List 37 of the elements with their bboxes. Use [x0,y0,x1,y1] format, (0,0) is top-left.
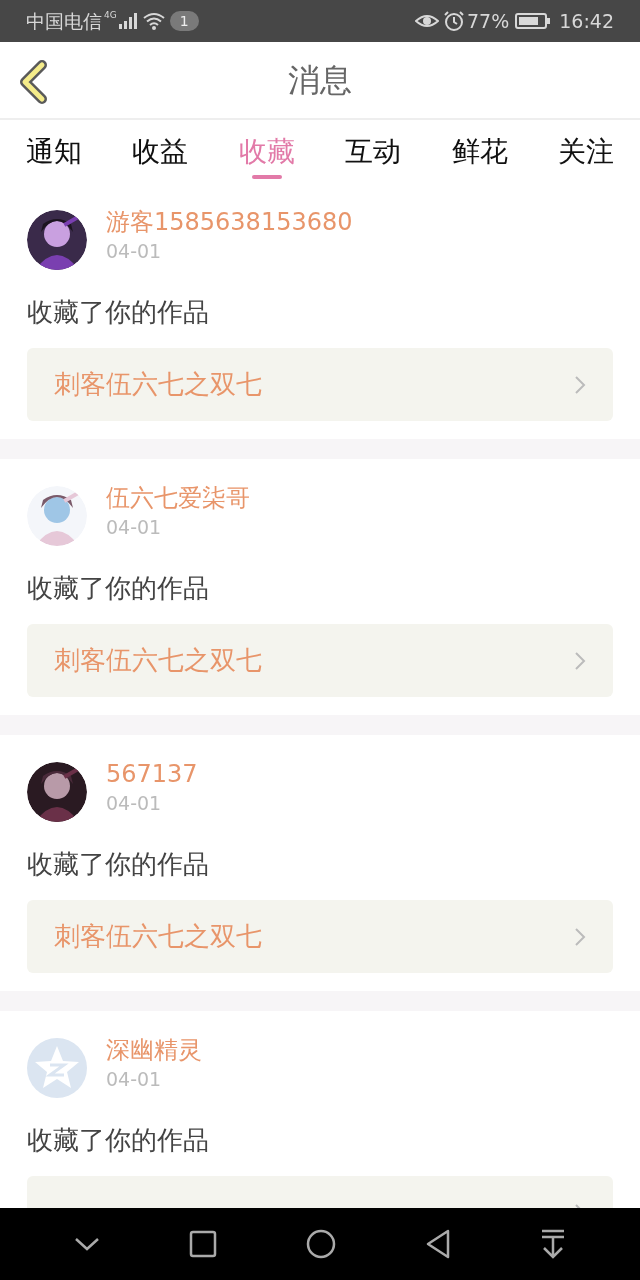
tab[interactable]: 鲜花 [451,120,508,183]
star-avatar-icon [27,1038,87,1098]
tab[interactable]: 收益 [132,120,189,183]
pull-down-icon[interactable] [539,1229,566,1259]
user-name: 深幽精灵 [106,1035,202,1066]
notification-badge: 1 [169,11,199,31]
recents-icon[interactable] [189,1230,218,1258]
page-title: 消息 [288,60,352,101]
user-name: 游客1585638153680 [106,207,353,238]
back-icon[interactable] [424,1229,451,1259]
date: 04-01 [106,1067,163,1092]
date: 04-01 [106,515,163,540]
network-type: 4G [104,9,117,22]
date: 04-01 [106,791,163,816]
eye-icon [415,12,439,30]
battery-percent: 77% [467,8,510,34]
tab[interactable]: 互动 [345,120,402,183]
alarm-icon [443,10,465,32]
clock-time: 16:42 [559,8,614,34]
chevron-down-icon[interactable] [74,1236,101,1252]
chevron-right-icon [574,374,586,395]
chevron-right-icon [574,650,586,671]
action-text: 收藏了你的作品 [27,296,210,329]
action-text: 收藏了你的作品 [27,572,210,605]
date: 04-01 [106,239,163,264]
carrier-name: 中国电信 [26,8,102,34]
action-text: 收藏了你的作品 [27,848,210,881]
home-icon[interactable] [306,1229,336,1259]
tab[interactable]: 通知 [26,120,82,183]
tab[interactable]: 关注 [557,120,614,183]
wifi-icon [141,12,166,30]
action-text: 收藏了你的作品 [27,1124,210,1157]
user-name: 567137 [106,759,198,790]
signal-icon [117,12,138,30]
battery-icon [515,12,552,30]
chevron-right-icon [574,926,586,947]
user-name: 伍六七爱柒哥 [106,483,250,514]
